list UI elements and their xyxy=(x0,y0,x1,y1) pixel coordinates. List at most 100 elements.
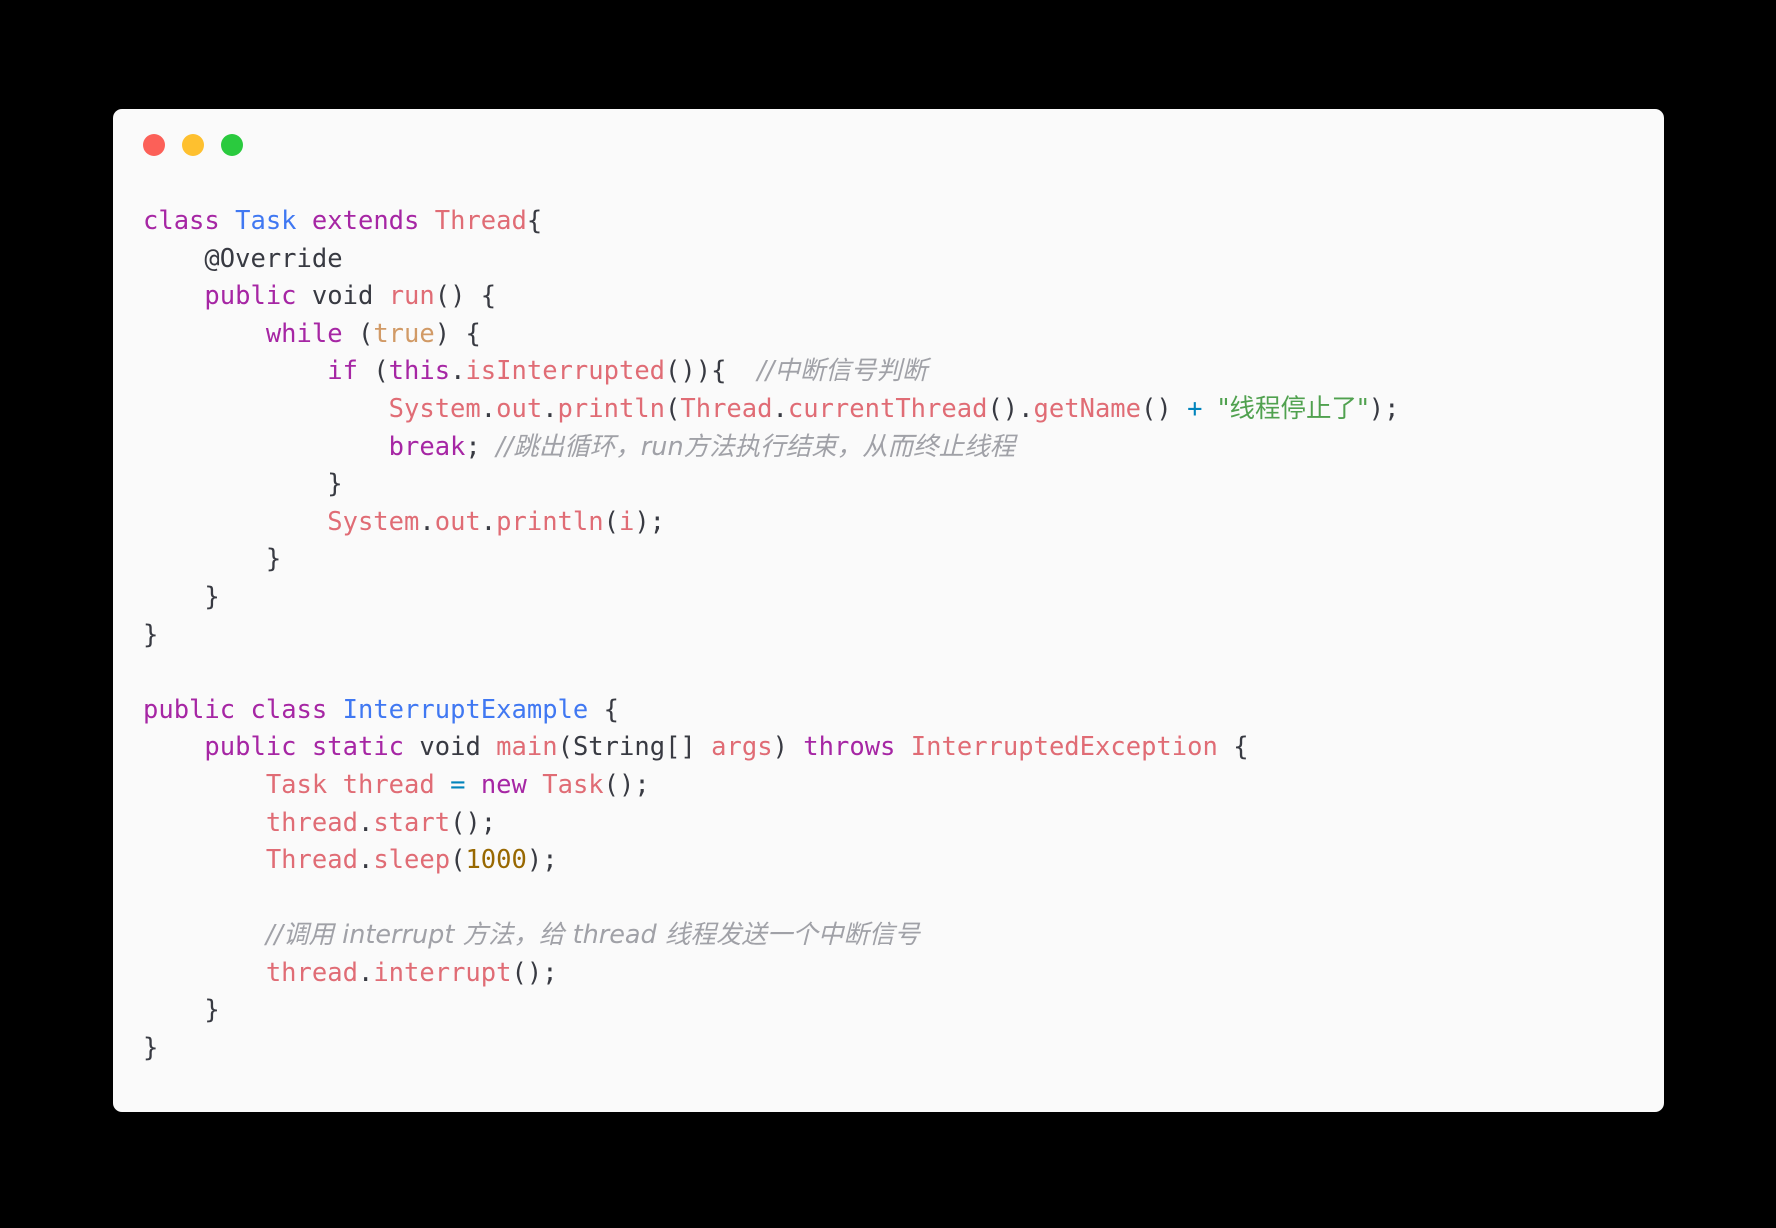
code-line: public class InterruptExample { xyxy=(143,695,619,725)
code-line: Task thread = new Task(); xyxy=(143,770,650,800)
punctuation-brace-close: } xyxy=(204,581,220,612)
method-main: main xyxy=(496,732,558,763)
type-thread: Thread xyxy=(680,393,773,424)
punctuation-dot: . xyxy=(1018,393,1034,424)
comment-call-interrupt: //调用 interrupt 方法，给 thread 线程发送一个中断信号 xyxy=(265,920,920,951)
window-titlebar xyxy=(113,109,1664,181)
code-line: Thread.sleep(1000); xyxy=(143,845,558,875)
keyword-class: class xyxy=(143,206,220,236)
punctuation-paren-open: ( xyxy=(450,845,466,876)
code-line: } xyxy=(143,469,343,500)
code-line: } xyxy=(143,995,219,1025)
type-interrupted-exception: InterruptedException xyxy=(910,732,1218,763)
type-string: String xyxy=(572,732,666,763)
keyword-public: public xyxy=(204,732,297,763)
keyword-static: static xyxy=(311,732,405,763)
method-interrupt: interrupt xyxy=(373,957,512,988)
method-current-thread: currentThread xyxy=(787,393,988,424)
punctuation-brace-open: { xyxy=(1233,732,1249,763)
punctuation-parens: () { xyxy=(434,281,497,312)
variable-i: i xyxy=(618,506,635,537)
code-line: } xyxy=(143,1033,158,1063)
punctuation-dot: . xyxy=(419,506,435,537)
variable-thread: thread xyxy=(265,807,358,838)
operator-assign: = xyxy=(450,769,466,800)
method-get-name: getName xyxy=(1033,393,1141,424)
class-name-interrupt-example: InterruptExample xyxy=(342,694,589,725)
punctuation-parens-semicolon: (); xyxy=(450,807,497,838)
punctuation-paren-close: ) xyxy=(772,732,788,763)
code-line: class Task extends Thread{ xyxy=(143,206,542,236)
keyword-void: void xyxy=(311,281,374,312)
class-name-task: Task xyxy=(235,206,297,236)
punctuation-paren-close-semicolon: ); xyxy=(634,506,666,537)
punctuation-dot: . xyxy=(772,393,788,424)
keyword-while: while xyxy=(265,318,343,349)
punctuation-dot: . xyxy=(480,506,497,537)
punctuation-brace-close: } xyxy=(143,1033,159,1064)
code-line: while (true) { xyxy=(143,319,481,349)
variable-thread: thread xyxy=(265,957,358,988)
field-out: out xyxy=(496,393,543,424)
code-line: @Override xyxy=(143,244,342,274)
punctuation-dot: . xyxy=(357,807,374,838)
method-start: start xyxy=(373,807,451,838)
punctuation-parens-semicolon: (); xyxy=(511,957,558,988)
keyword-break: break xyxy=(388,431,466,462)
keyword-this: this xyxy=(388,356,451,387)
keyword-public: public xyxy=(204,281,297,312)
method-println: println xyxy=(557,393,666,424)
literal-1000: 1000 xyxy=(465,845,527,876)
source-code-block: class Task extends Thread{ @Override pub… xyxy=(143,203,1634,1068)
punctuation-paren-open: ( xyxy=(557,732,573,763)
code-line: } xyxy=(143,544,281,574)
method-sleep: sleep xyxy=(373,845,451,876)
keyword-if: if xyxy=(327,356,358,387)
keyword-class: class xyxy=(250,694,328,725)
punctuation-brace-close: } xyxy=(327,469,343,500)
punctuation-paren-close-semicolon: ); xyxy=(1368,393,1400,424)
keyword-public: public xyxy=(143,694,236,725)
object-system: System xyxy=(327,506,420,537)
code-line: System.out.println(i); xyxy=(143,507,665,537)
code-line: //调用 interrupt 方法，给 thread 线程发送一个中断信号 xyxy=(143,920,920,950)
field-out: out xyxy=(434,506,481,537)
screenshot-root: class Task extends Thread{ @Override pub… xyxy=(0,0,1776,1228)
code-line: if (this.isInterrupted()){ //中断信号判断 xyxy=(143,356,927,386)
punctuation-parens: () xyxy=(987,393,1019,424)
maximize-window-button[interactable] xyxy=(221,134,243,156)
code-line: } xyxy=(143,581,220,612)
keyword-new: new xyxy=(480,769,527,800)
punctuation-paren-close: ) { xyxy=(434,318,481,349)
string-thread-stopped: "线程停止了" xyxy=(1217,393,1369,424)
punctuation-paren-open: ( xyxy=(603,506,619,537)
variable-thread: thread xyxy=(342,769,435,800)
param-args: args xyxy=(711,732,773,763)
code-line: System.out.println(Thread.currentThread(… xyxy=(143,393,1400,424)
code-editor-area[interactable]: class Task extends Thread{ @Override pub… xyxy=(113,181,1664,1112)
type-thread: Thread xyxy=(434,206,527,236)
punctuation-semicolon: ; xyxy=(465,431,481,462)
punctuation-dot: . xyxy=(542,393,558,424)
keyword-extends: extends xyxy=(311,206,420,236)
comment-signal-check: //中断信号判断 xyxy=(757,356,928,387)
code-line: thread.start(); xyxy=(143,808,496,838)
punctuation-parens: () xyxy=(1141,393,1172,424)
keyword-void: void xyxy=(419,732,481,763)
method-is-interrupted: isInterrupted xyxy=(465,356,666,387)
close-window-button[interactable] xyxy=(143,134,165,156)
code-window-card: class Task extends Thread{ @Override pub… xyxy=(113,109,1664,1112)
punctuation-brace-open: { xyxy=(526,206,543,236)
code-line: break; //跳出循环，run方法执行结束，从而终止线程 xyxy=(143,432,1015,462)
minimize-window-button[interactable] xyxy=(182,134,204,156)
punctuation-brace-close: } xyxy=(143,619,159,650)
keyword-throws: throws xyxy=(803,732,896,763)
operator-plus: + xyxy=(1187,393,1203,424)
punctuation-brace-open: { xyxy=(603,694,619,725)
code-line: public void run() { xyxy=(143,281,496,311)
code-line: } xyxy=(143,620,158,650)
punctuation-brackets: [] xyxy=(665,732,696,763)
punctuation-dot: . xyxy=(357,957,374,988)
type-task: Task xyxy=(265,769,328,800)
